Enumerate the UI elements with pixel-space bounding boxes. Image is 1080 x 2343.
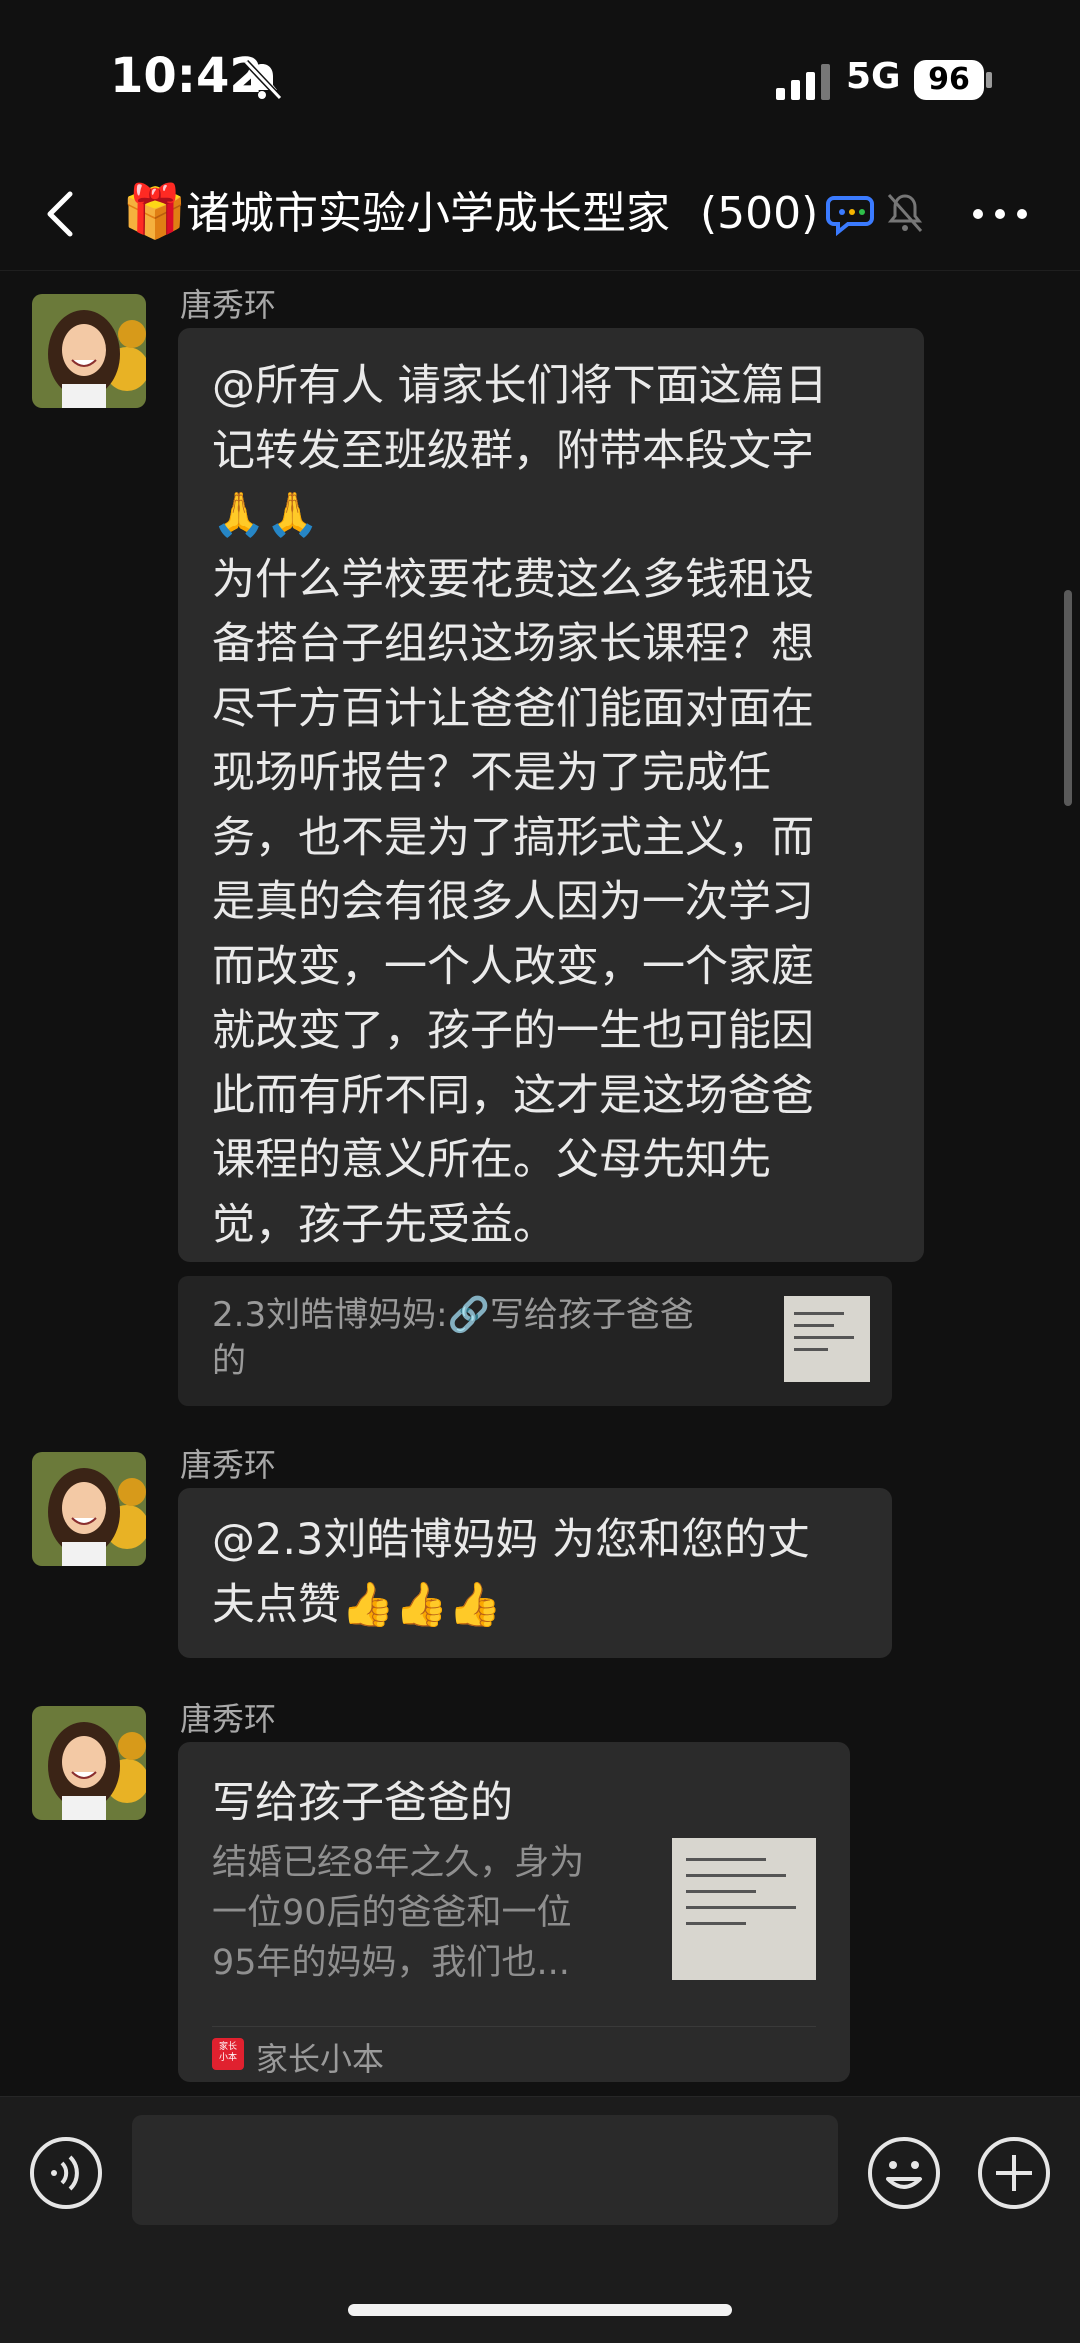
avatar[interactable] (32, 294, 146, 408)
plus-icon[interactable] (976, 2135, 1052, 2211)
avatar-image (32, 1452, 146, 1566)
scrollbar[interactable] (1064, 590, 1072, 806)
network-type: 5G (846, 56, 901, 97)
sender-name: 唐秀环 (180, 286, 277, 324)
back-arrow-icon[interactable] (36, 188, 88, 240)
card-description: 结婚已经8年之久，身为 一位90后的爸爸和一位 95年的妈妈，我们也... (212, 1843, 585, 1983)
sender-name: 唐秀环 (180, 1446, 277, 1484)
quote-text: 2.3刘皓博妈妈:🔗写给孩子爸爸 的 (212, 1292, 752, 1384)
mute-icon[interactable] (884, 190, 926, 236)
home-indicator (348, 2304, 732, 2316)
link-card[interactable]: 写给孩子爸爸的 结婚已经8年之久，身为 一位90后的爸爸和一位 95年的妈妈，我… (178, 1742, 850, 2082)
status-bar: 10:42 5G 96 (0, 0, 1080, 160)
avatar-image (32, 1706, 146, 1820)
message-bubble[interactable]: @所有人 请家长们将下面这篇日 记转发至班级群，附带本段文字 🙏🙏 为什么学校要… (178, 328, 924, 1262)
link-icon: 🔗 (447, 1295, 490, 1335)
message-bubble[interactable]: @2.3刘皓博妈妈 为您和您的丈 夫点赞👍👍👍 (178, 1488, 892, 1658)
battery-tip (986, 72, 992, 88)
avatar[interactable] (32, 1452, 146, 1566)
quote-thumbnail (784, 1296, 870, 1382)
voice-input-icon[interactable] (28, 2135, 104, 2211)
group-title[interactable]: 诸城市实验小学成长型家 (186, 182, 698, 246)
card-divider (212, 2026, 816, 2027)
source-app-icon: 家长 小本 (212, 2038, 244, 2070)
member-count: (500) (700, 188, 819, 239)
bell-off-icon (243, 59, 283, 101)
message-text: @所有人 请家长们将下面这篇日 记转发至班级群，附带本段文字 🙏🙏 为什么学校要… (212, 361, 828, 1250)
message-text: @2.3刘皓博妈妈 为您和您的丈 夫点赞👍👍👍 (212, 1515, 811, 1630)
card-thumbnail (672, 1838, 816, 1980)
avatar[interactable] (32, 1706, 146, 1820)
more-options-icon[interactable] (970, 190, 1030, 238)
quoted-message[interactable]: 2.3刘皓博妈妈:🔗写给孩子爸爸 的 (178, 1276, 892, 1406)
emoji-icon[interactable] (866, 2135, 942, 2211)
gift-emoji: 🎁 (122, 182, 187, 242)
card-source: 家长小本 (256, 2040, 385, 2078)
sender-name: 唐秀环 (180, 1700, 277, 1738)
battery-level: 96 (914, 60, 984, 100)
avatar-image (32, 294, 146, 408)
card-title: 写给孩子爸爸的 (212, 1778, 513, 1828)
chat-header: 🎁 诸城市实验小学成长型家 (500) (0, 160, 1080, 271)
group-chat-icon[interactable] (826, 190, 874, 238)
message-input[interactable] (132, 2115, 838, 2225)
signal-icon (776, 64, 830, 100)
quote-author: 2.3刘皓博妈妈: (212, 1295, 448, 1335)
